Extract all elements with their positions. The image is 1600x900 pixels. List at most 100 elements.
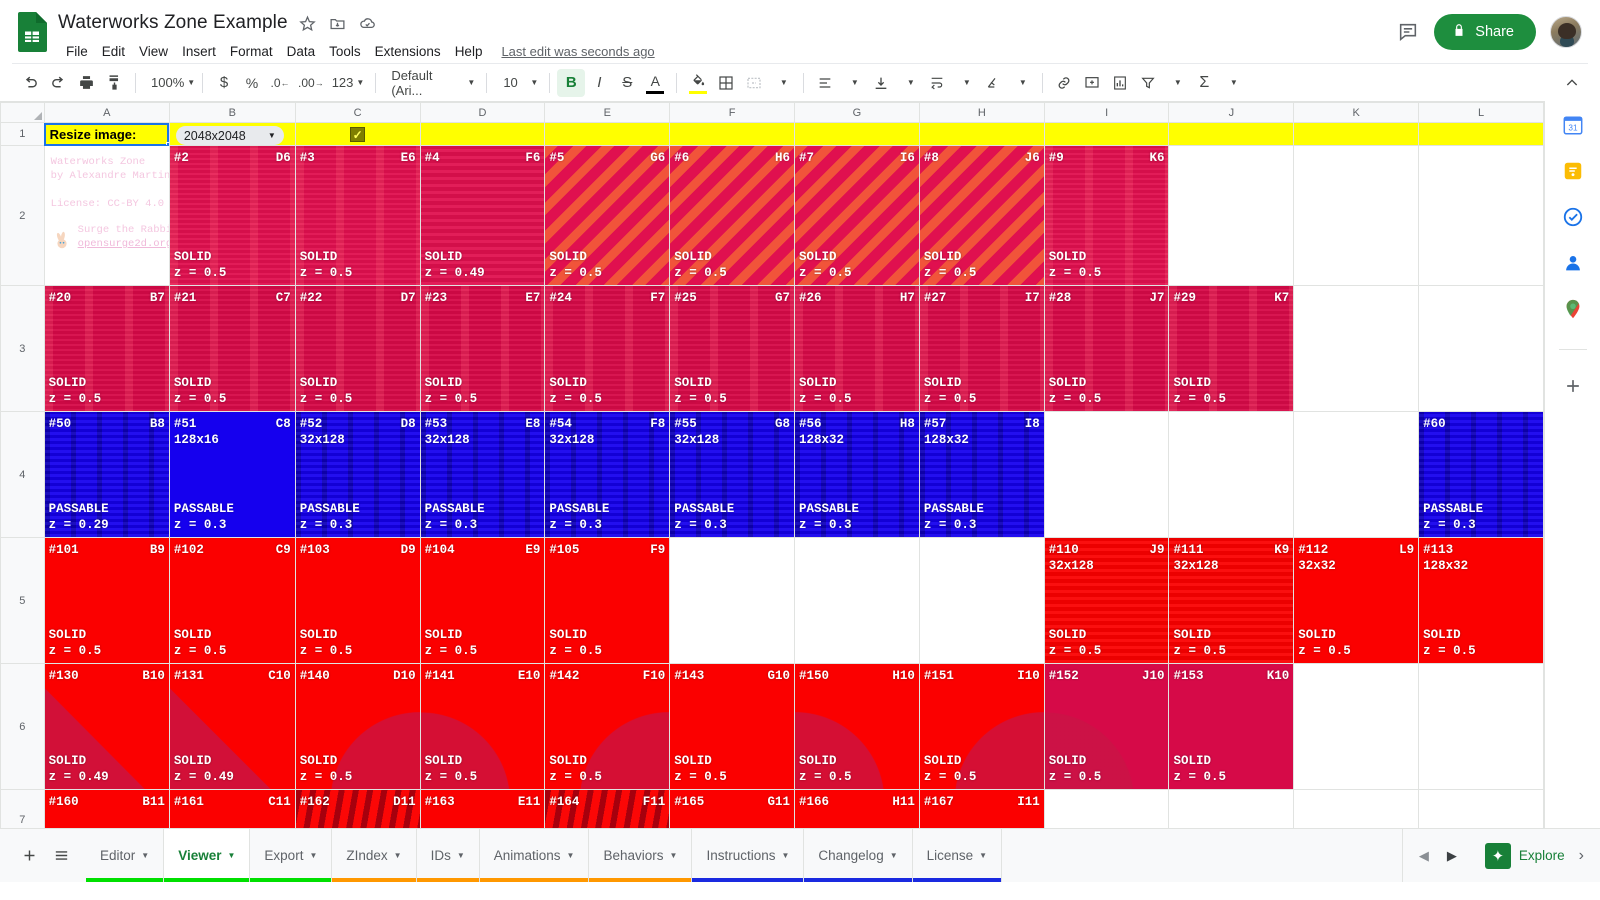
chevron-down-icon[interactable]: ▼ (670, 851, 678, 860)
cell-F1[interactable] (669, 122, 796, 146)
paint-format-icon[interactable] (100, 69, 128, 97)
menu-help[interactable]: Help (448, 42, 490, 61)
cell-K1[interactable] (1293, 122, 1420, 146)
cell-C3[interactable]: #22 D7 SOLID z = 0.5 (294, 285, 421, 412)
chevron-down-icon[interactable]: ▼ (839, 69, 867, 97)
column-header-j[interactable]: J (1168, 102, 1295, 123)
cell-D6[interactable]: #141 E10 SOLID z = 0.5 (419, 663, 546, 790)
comment-icon[interactable] (1396, 20, 1420, 44)
cell-H2[interactable]: #8 J6 SOLID z = 0.5 (918, 145, 1045, 286)
increase-decimal-icon[interactable]: .00 → (294, 69, 328, 97)
cell-K2[interactable] (1293, 145, 1420, 286)
cell-I2[interactable]: #9 K6 SOLID z = 0.5 (1043, 145, 1170, 286)
vertical-align-icon[interactable] (867, 69, 895, 97)
star-icon[interactable] (298, 13, 318, 33)
cell-E2[interactable]: #5 G6 SOLID z = 0.5 (544, 145, 671, 286)
row-header-1[interactable]: 1 (0, 122, 45, 146)
chevron-down-icon[interactable]: ▼ (1218, 69, 1246, 97)
chevron-down-icon[interactable]: ▼ (567, 851, 575, 860)
sheet-tab-ids[interactable]: IDs ▼ (416, 829, 480, 882)
cell-K7[interactable] (1293, 789, 1420, 828)
row-header-7[interactable]: 7 (0, 789, 45, 828)
cell-I3[interactable]: #28 J7 SOLID z = 0.5 (1043, 285, 1170, 412)
sheet-tab-instructions[interactable]: Instructions ▼ (692, 829, 805, 882)
cell-K5[interactable]: #112 L9 32x32 SOLID z = 0.5 (1293, 537, 1420, 664)
decrease-decimal-icon[interactable]: .0 ← (266, 69, 294, 97)
cell-D1[interactable] (419, 122, 546, 146)
cell-J3[interactable]: #29 K7 SOLID z = 0.5 (1168, 285, 1295, 412)
sheet-tab-license[interactable]: License ▼ (912, 829, 1003, 882)
tasks-icon[interactable] (1561, 205, 1585, 229)
column-header-b[interactable]: B (168, 102, 296, 123)
cell-B3[interactable]: #21 C7 SOLID z = 0.5 (168, 285, 296, 412)
column-header-k[interactable]: K (1293, 102, 1420, 123)
column-header-c[interactable]: C (294, 102, 421, 123)
sheet-tab-export[interactable]: Export ▼ (250, 829, 333, 882)
cell-D5[interactable]: #104 E9 SOLID z = 0.5 (419, 537, 546, 664)
cell-A5[interactable]: #101 B9 SOLID z = 0.5 (43, 537, 170, 664)
resize-dropdown[interactable]: 2048x2048 ▼ (175, 126, 284, 145)
cell-J5[interactable]: #111 K9 32x128 SOLID z = 0.5 (1168, 537, 1295, 664)
italic-button[interactable]: I (585, 69, 613, 97)
add-ons-plus-icon[interactable] (1561, 374, 1585, 398)
cell-L6[interactable] (1418, 663, 1544, 790)
fill-color-icon[interactable] (684, 69, 712, 97)
column-header-e[interactable]: E (544, 102, 671, 123)
cell-H7[interactable]: #167 I11 (918, 789, 1045, 828)
chevron-down-icon[interactable]: ▼ (1162, 69, 1190, 97)
cell-K3[interactable] (1293, 285, 1420, 412)
column-header-h[interactable]: H (918, 102, 1045, 123)
column-header-a[interactable]: A (43, 102, 170, 123)
merge-chevron-down-icon[interactable]: ▼ (768, 69, 796, 97)
cell-F7[interactable]: #165 G11 (669, 789, 796, 828)
column-header-g[interactable]: G (794, 102, 920, 123)
cell-F6[interactable]: #143 G10 SOLID z = 0.5 (669, 663, 796, 790)
cell-G5[interactable] (794, 537, 920, 664)
cell-A3[interactable]: #20 B7 SOLID z = 0.5 (43, 285, 170, 412)
keep-icon[interactable] (1561, 159, 1585, 183)
merge-cells-icon[interactable] (740, 69, 768, 97)
cell-G1[interactable] (794, 122, 920, 146)
cell-J6[interactable]: #153 K10 SOLID z = 0.5 (1168, 663, 1295, 790)
font-size-selector[interactable]: 10 ▼ (494, 69, 542, 97)
cell-E5[interactable]: #105 F9 SOLID z = 0.5 (544, 537, 671, 664)
text-color-button[interactable]: A (641, 69, 669, 97)
cell-B4[interactable]: #51 C8 128x16 PASSABLE z = 0.3 (168, 411, 296, 538)
cell-B1[interactable]: 2048x2048 ▼ (168, 122, 296, 146)
cell-G4[interactable]: #56 H8 128x32 PASSABLE z = 0.3 (794, 411, 920, 538)
sheet-tab-changelog[interactable]: Changelog ▼ (804, 829, 913, 882)
cell-A2[interactable]: Waterworks Zone by Alexandre Martins Licen… (43, 145, 170, 286)
cell-F4[interactable]: #55 G8 32x128 PASSABLE z = 0.3 (669, 411, 796, 538)
cell-H4[interactable]: #57 I8 128x32 PASSABLE z = 0.3 (918, 411, 1045, 538)
cell-C1[interactable]: ✓ (294, 122, 421, 146)
all-sheets-icon[interactable] (46, 841, 76, 871)
cell-A4[interactable]: #50 B8 PASSABLE z = 0.29 (43, 411, 170, 538)
cell-L1[interactable] (1418, 122, 1544, 146)
cell-C4[interactable]: #52 D8 32x128 PASSABLE z = 0.3 (294, 411, 421, 538)
borders-icon[interactable] (712, 69, 740, 97)
cell-D7[interactable]: #163 E11 (419, 789, 546, 828)
cell-G2[interactable]: #7 I6 SOLID z = 0.5 (794, 145, 920, 286)
cell-F3[interactable]: #25 G7 SOLID z = 0.5 (669, 285, 796, 412)
chevron-down-icon[interactable]: ▼ (228, 851, 236, 860)
calendar-icon[interactable]: 31 (1561, 113, 1585, 137)
functions-icon[interactable]: Σ (1190, 69, 1218, 97)
row-header-6[interactable]: 6 (0, 663, 45, 790)
menu-extensions[interactable]: Extensions (368, 42, 448, 61)
collapse-toolbar-icon[interactable] (1558, 69, 1586, 97)
select-all-corner[interactable] (0, 102, 45, 123)
column-header-d[interactable]: D (419, 102, 546, 123)
chevron-down-icon[interactable]: ▼ (394, 851, 402, 860)
column-header-f[interactable]: F (669, 102, 796, 123)
cell-B2[interactable]: #2 D6 SOLID z = 0.5 (168, 145, 296, 286)
add-sheet-icon[interactable] (14, 841, 44, 871)
cell-A7[interactable]: #160 B11 (43, 789, 170, 828)
cell-D3[interactable]: #23 E7 SOLID z = 0.5 (419, 285, 546, 412)
cell-K6[interactable] (1293, 663, 1420, 790)
cell-C5[interactable]: #103 D9 SOLID z = 0.5 (294, 537, 421, 664)
row-header-5[interactable]: 5 (0, 537, 45, 664)
print-icon[interactable] (72, 69, 100, 97)
cell-L4[interactable]: #60 PASSABLE z = 0.3 (1418, 411, 1544, 538)
horizontal-align-icon[interactable] (811, 69, 839, 97)
cell-H6[interactable]: #151 I10 SOLID z = 0.5 (918, 663, 1045, 790)
